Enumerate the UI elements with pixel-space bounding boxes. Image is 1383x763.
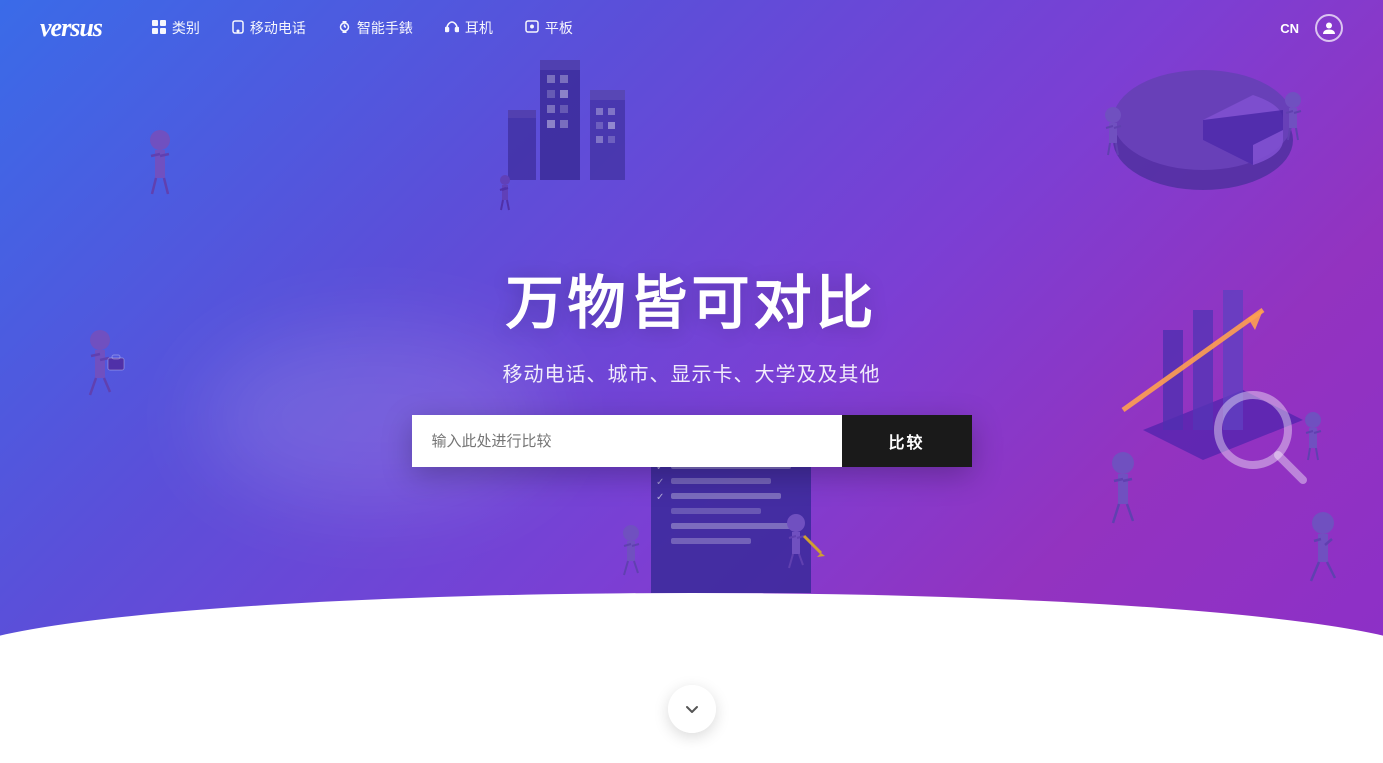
nav-label-smartwatch: 智能手錶 [357,18,413,38]
hero-section: versus 类别 [0,0,1383,763]
nav-item-tablet[interactable]: 平板 [525,18,573,38]
search-input[interactable] [412,415,842,467]
nav-label-mobile: 移动电话 [250,18,306,38]
nav-item-categories[interactable]: 类别 [152,18,200,38]
search-button[interactable]: 比较 [842,415,972,467]
headphone-icon [445,21,459,36]
buildings-illustration [480,30,700,230]
hero-content: 万物皆可对比 移动电话、城市、显示卡、大学及及其他 比较 [412,256,972,467]
nav-item-headphones[interactable]: 耳机 [445,18,493,38]
language-button[interactable]: CN [1280,21,1299,36]
watch-icon [338,20,351,37]
nav-label-headphones: 耳机 [465,18,493,38]
nav-label-categories: 类别 [172,18,200,38]
nav-item-smartwatch[interactable]: 智能手錶 [338,18,413,38]
bottom-right-figure [1063,433,1183,613]
grid-icon [152,20,166,37]
scroll-down-button[interactable] [668,685,716,733]
svg-text:✓: ✓ [656,492,664,503]
search-bar: 比较 [412,415,972,467]
main-nav: 类别 移动电话 [152,18,1280,38]
main-header: versus 类别 [0,0,1383,56]
phone-icon [232,20,244,37]
svg-text:✓: ✓ [656,477,664,488]
nav-label-tablet: 平板 [545,18,573,38]
nav-item-mobile[interactable]: 移动电话 [232,18,306,38]
site-logo[interactable]: versus [40,13,102,43]
hero-subtitle: 移动电话、城市、显示卡、大学及及其他 [503,358,881,387]
header-right: CN [1280,14,1343,42]
tablet-icon [525,20,539,36]
left-figures-illustration [60,80,260,480]
chevron-down-icon [682,699,702,719]
jumping-figure [1263,503,1363,663]
hero-title: 万物皆可对比 [505,256,877,340]
user-account-button[interactable] [1315,14,1343,42]
